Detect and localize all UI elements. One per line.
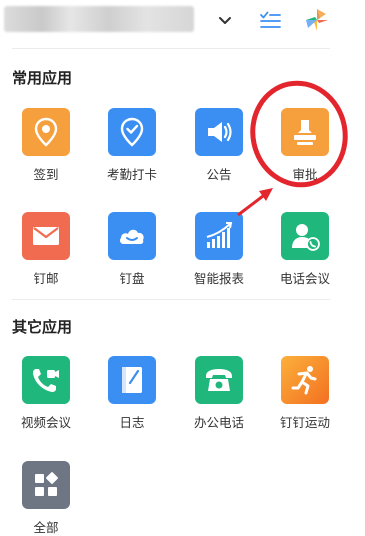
mail-icon [22, 212, 70, 260]
attendance-check-icon [108, 108, 156, 156]
app-approval[interactable]: 审批 [264, 108, 346, 194]
all-apps-icon [22, 461, 70, 509]
cloud-disk-icon [108, 212, 156, 260]
location-checkin-icon [22, 108, 70, 156]
app-video-conference[interactable]: 视频会议 [5, 356, 87, 442]
app-label: 办公电话 [193, 415, 244, 430]
section-divider [12, 299, 330, 300]
app-announcement[interactable]: 公告 [178, 108, 260, 194]
app-all[interactable]: 全部 [5, 461, 87, 536]
phone-conference-icon [281, 212, 329, 260]
app-label: 日志 [119, 415, 145, 430]
app-label: 钉盘 [119, 271, 145, 286]
checklist-filter-icon[interactable] [258, 9, 282, 31]
app-attendance[interactable]: 考勤打卡 [91, 108, 173, 194]
app-log[interactable]: 日志 [91, 356, 173, 442]
app-office-phone[interactable]: 办公电话 [178, 356, 260, 442]
header-divider [12, 48, 330, 49]
megaphone-icon [195, 108, 243, 156]
app-label: 审批 [292, 167, 318, 182]
notebook-icon [108, 356, 156, 404]
app-label: 签到 [33, 167, 59, 182]
org-name-blurred[interactable] [4, 6, 194, 32]
section-title-common-apps: 常用应用 [12, 69, 73, 87]
app-label: 视频会议 [20, 415, 71, 430]
stamp-icon [281, 108, 329, 156]
app-smart-report[interactable]: 智能报表 [178, 212, 260, 298]
running-icon [281, 356, 329, 404]
app-label: 全部 [33, 520, 59, 535]
chevron-down-icon[interactable] [216, 11, 234, 29]
app-dingtalk-sports[interactable]: 钉钉运动 [264, 356, 346, 442]
app-cloud-disk[interactable]: 钉盘 [91, 212, 173, 298]
app-label: 考勤打卡 [106, 167, 157, 182]
app-label: 钉邮 [33, 271, 59, 286]
app-mail[interactable]: 钉邮 [5, 212, 87, 298]
app-label: 智能报表 [193, 271, 244, 286]
app-label: 电话会议 [279, 271, 330, 286]
app-label: 钉钉运动 [279, 415, 330, 430]
top-bar [0, 0, 365, 46]
chart-report-icon [195, 212, 243, 260]
app-checkin[interactable]: 签到 [5, 108, 87, 194]
app-phone-conference[interactable]: 电话会议 [264, 212, 346, 298]
section-title-other-apps: 其它应用 [12, 318, 73, 336]
dingtalk-logo-icon[interactable] [305, 8, 329, 32]
office-phone-icon [195, 356, 243, 404]
app-label: 公告 [206, 167, 232, 182]
video-call-icon [22, 356, 70, 404]
